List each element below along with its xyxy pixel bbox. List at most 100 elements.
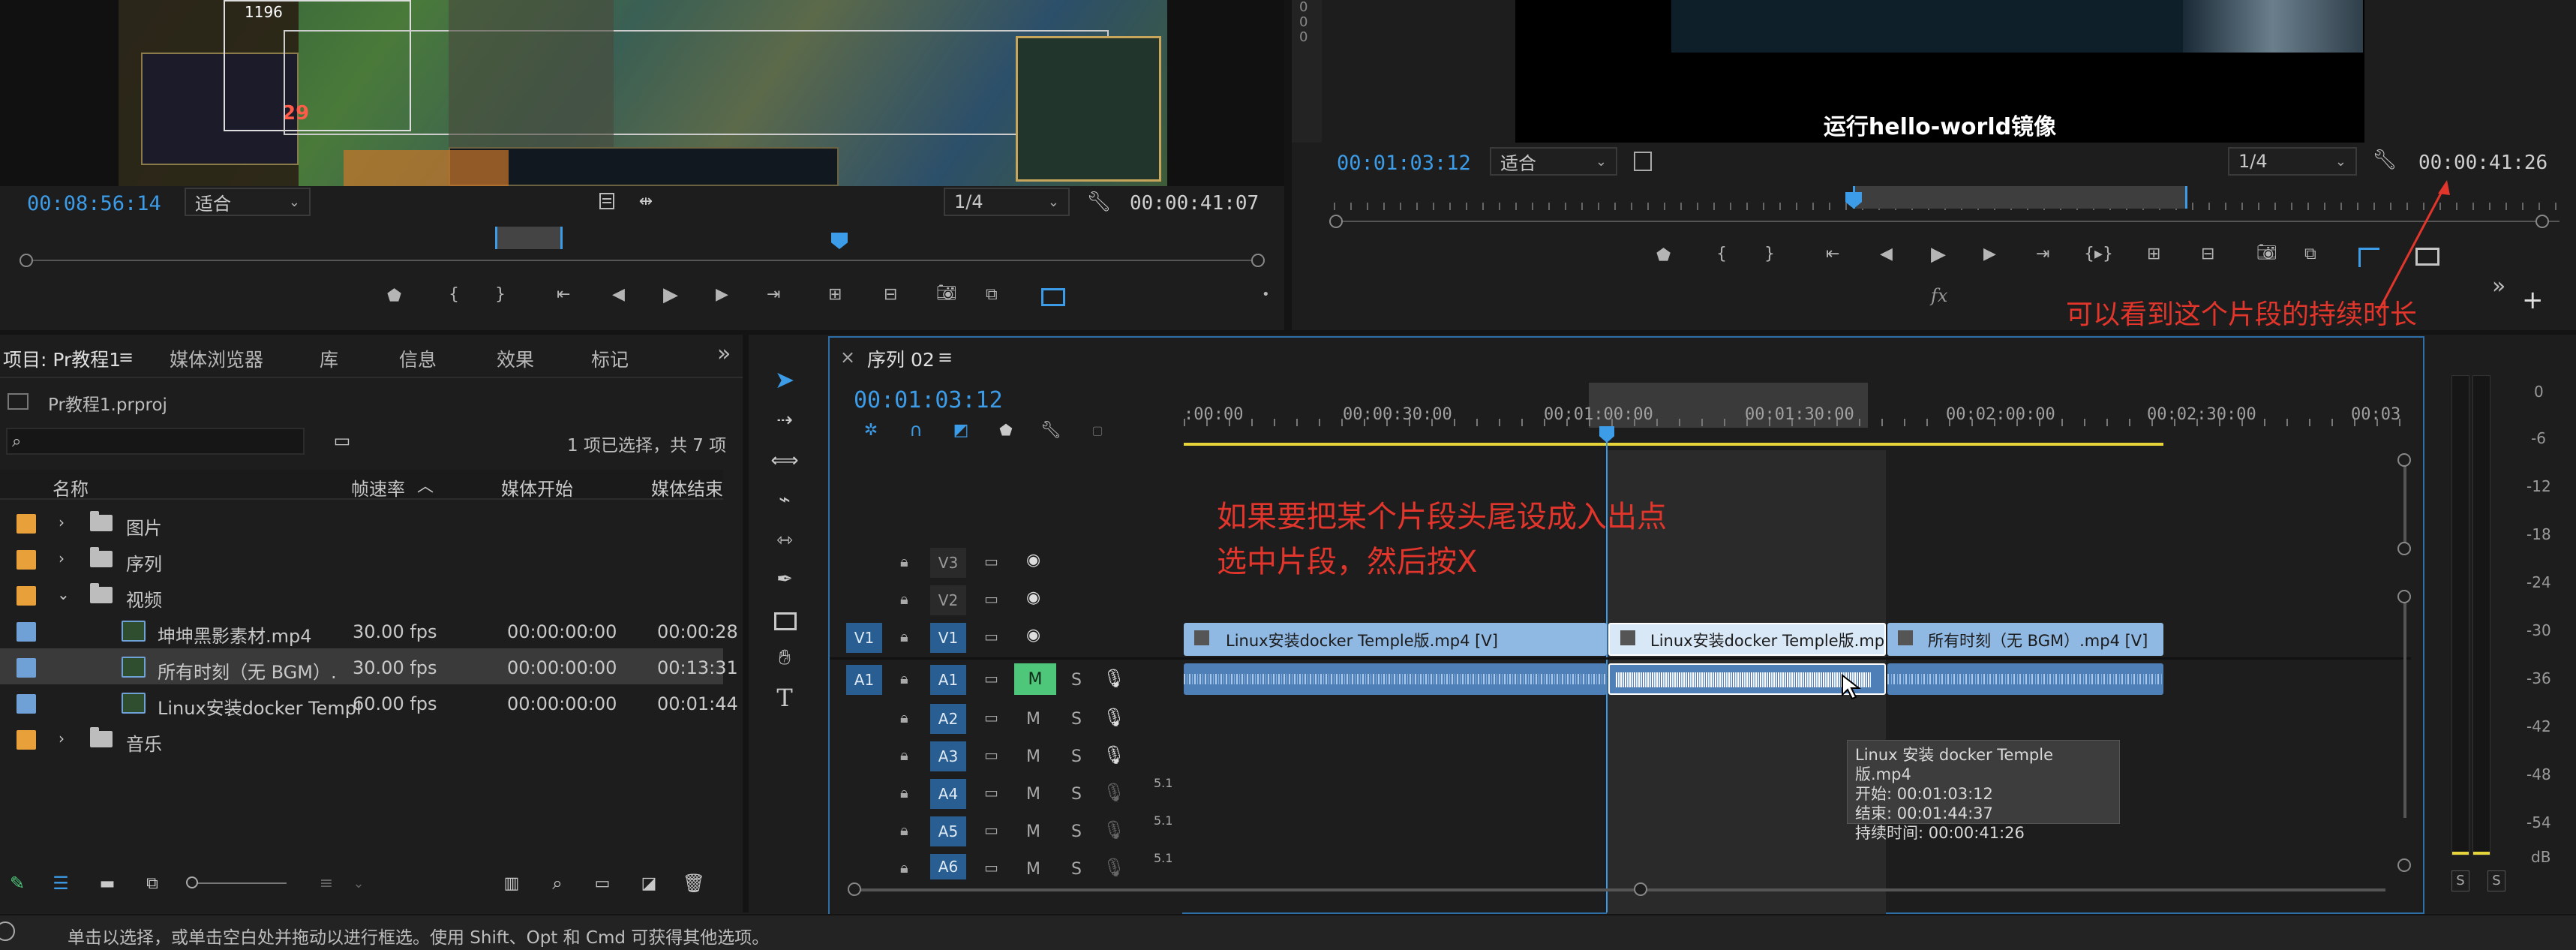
fx-icon[interactable]: fx xyxy=(1931,285,1947,306)
mute-button[interactable]: M xyxy=(1026,710,1040,729)
microphone-icon[interactable]: 🎙︎ xyxy=(1103,819,1125,840)
lock-icon[interactable]: 🔒︎ xyxy=(900,746,908,764)
go-to-out-icon[interactable]: ⇥ xyxy=(2036,245,2049,263)
track-a4[interactable]: A4 xyxy=(930,779,966,809)
slip-tool-icon[interactable]: ⇿ xyxy=(770,525,800,555)
pencil-icon[interactable]: ✎ xyxy=(6,872,29,894)
sync-lock-icon[interactable]: ▭ xyxy=(984,708,998,726)
list-item-selected[interactable]: 所有时刻（无 BGM）. 30.00 fps 00:00:00:00 00:13… xyxy=(0,648,738,684)
settings-panel-icon[interactable] xyxy=(597,191,617,212)
track-v1[interactable]: V1 xyxy=(930,623,966,653)
fit-lock-icon[interactable] xyxy=(1634,152,1652,171)
snap-icon[interactable]: ∩ xyxy=(905,419,927,441)
audio-clip[interactable] xyxy=(1184,663,1607,695)
new-bin-icon[interactable]: ▭ xyxy=(591,872,614,894)
wrench-icon[interactable]: 🔧︎ xyxy=(1087,191,1112,213)
marker-icon[interactable]: ⬟ xyxy=(387,287,401,305)
camera-icon[interactable]: 📷︎ xyxy=(936,284,957,302)
step-forward-icon[interactable]: ▶︎ xyxy=(716,285,728,304)
trash-icon[interactable]: 🗑︎ xyxy=(683,872,705,894)
mute-button[interactable]: M xyxy=(1026,785,1040,804)
audio-clip[interactable] xyxy=(1887,663,2163,695)
track-a2[interactable]: A2 xyxy=(930,704,966,734)
sync-lock-icon[interactable]: ▭ xyxy=(984,783,998,801)
lock-icon[interactable]: 🔒︎ xyxy=(900,627,908,645)
solo-button[interactable]: S xyxy=(1071,822,1082,841)
lock-icon[interactable]: 🔒︎ xyxy=(900,783,908,801)
solo-button[interactable]: S xyxy=(1071,671,1082,690)
track-v3[interactable]: V3 xyxy=(930,548,966,578)
eye-icon[interactable]: ◉ xyxy=(1026,588,1040,607)
find-icon[interactable]: ⌕ xyxy=(546,872,569,894)
video-clip-selected[interactable]: Linux安装docker Temple版.mp4 [V] xyxy=(1608,623,1886,656)
tab-info[interactable]: 信息 xyxy=(399,345,437,372)
microphone-icon[interactable]: 🎙︎ xyxy=(1103,668,1125,689)
eye-icon[interactable]: ◉ xyxy=(1026,626,1040,645)
compare-icon[interactable]: ⧉ xyxy=(986,285,998,304)
tab-markers[interactable]: 标记 xyxy=(591,345,629,372)
playhead-head[interactable] xyxy=(1599,426,1614,443)
lock-icon[interactable]: 🔒︎ xyxy=(900,858,908,876)
solo-button[interactable]: S xyxy=(1071,747,1082,766)
column-media-start[interactable]: 媒体开始 xyxy=(501,474,573,501)
step-back-icon[interactable]: ◀︎ xyxy=(612,285,625,304)
solo-right-button[interactable]: S xyxy=(2487,870,2505,891)
wrench-icon[interactable]: 🔧︎ xyxy=(1040,419,1062,441)
lock-icon[interactable]: 🔒︎ xyxy=(900,590,908,608)
mute-button[interactable]: M xyxy=(1014,663,1056,695)
go-to-in-icon[interactable]: ⇤ xyxy=(1826,245,1839,263)
zoom-slider[interactable] xyxy=(189,882,287,884)
overflow-icon[interactable]: » xyxy=(2492,273,2505,299)
wrench-icon[interactable]: 🔧︎ xyxy=(2373,149,2397,171)
pen-tool-icon[interactable]: ✒︎ xyxy=(770,564,800,594)
hand-tool-icon[interactable]: ✋︎ xyxy=(770,642,800,672)
mark-out-icon[interactable]: } xyxy=(1764,245,1775,263)
mute-button[interactable]: M xyxy=(1026,860,1040,879)
lift-icon[interactable]: ⊞ xyxy=(2147,245,2160,263)
more-icon[interactable]: • xyxy=(1262,287,1270,302)
captions-icon[interactable]: ▢ xyxy=(1085,419,1110,441)
column-fps[interactable]: 帧速率 xyxy=(351,474,405,501)
horizontal-scrollbar[interactable] xyxy=(855,888,2385,891)
go-to-in-icon[interactable]: ⇤ xyxy=(557,285,570,304)
source-patch-a1[interactable]: A1 xyxy=(846,665,882,695)
extract-icon[interactable]: ⊟ xyxy=(2201,245,2214,263)
column-name[interactable]: 名称 xyxy=(53,474,89,501)
sync-lock-icon[interactable]: ▭ xyxy=(984,627,998,645)
list-view-icon[interactable]: ☰ xyxy=(50,872,72,894)
list-item[interactable]: › 音乐 xyxy=(0,720,723,756)
razor-tool-icon[interactable]: ⌁ xyxy=(770,485,800,515)
source-scrub-track[interactable] xyxy=(27,260,1257,261)
work-area-bar[interactable] xyxy=(1184,443,2163,446)
new-bin-from-search-icon[interactable]: ▭ xyxy=(330,429,354,452)
vertical-scrollbar-top[interactable] xyxy=(2403,459,2406,546)
zoom-slider-handle[interactable] xyxy=(186,876,198,888)
selection-tool-icon[interactable]: ➤ xyxy=(770,365,800,395)
solo-button[interactable]: S xyxy=(1071,710,1082,729)
play-in-to-out-icon[interactable]: {▸} xyxy=(2084,245,2113,263)
tabs-overflow-icon[interactable]: » xyxy=(717,341,731,367)
icon-view-icon[interactable]: ▬ xyxy=(96,872,119,894)
panel-menu-icon[interactable]: ≡ xyxy=(938,347,953,368)
compare-icon[interactable]: ⧉ xyxy=(2304,245,2316,263)
column-media-end[interactable]: 媒体结束 xyxy=(651,474,723,501)
play-icon[interactable]: ▶︎ xyxy=(1931,243,1946,266)
source-in-out-bar[interactable] xyxy=(495,227,563,249)
expand-icon[interactable]: › xyxy=(59,729,65,747)
tab-library[interactable]: 库 xyxy=(320,345,338,372)
go-to-out-icon[interactable]: ⇥ xyxy=(767,285,780,304)
track-a3[interactable]: A3 xyxy=(930,741,966,771)
source-playhead[interactable] xyxy=(831,233,848,249)
automate-to-sequence-icon[interactable]: ▥ xyxy=(500,872,524,894)
program-in-out-bar[interactable] xyxy=(1853,186,2187,209)
lock-icon[interactable]: 🔒︎ xyxy=(900,552,908,570)
lock-icon[interactable]: 🔒︎ xyxy=(900,669,908,687)
list-item[interactable]: 坤坤黑影素材.mp4 30.00 fps 00:00:00:00 00:00:2… xyxy=(0,612,738,648)
sync-lock-icon[interactable]: ▭ xyxy=(984,746,998,764)
solo-left-button[interactable]: S xyxy=(2451,870,2469,891)
lock-icon[interactable]: 🔒︎ xyxy=(900,708,908,726)
vertical-scrollbar-bottom[interactable] xyxy=(2403,593,2406,818)
list-item[interactable]: › 图片 xyxy=(0,504,723,540)
sort-icon[interactable]: ≡ xyxy=(315,872,338,894)
mark-in-icon[interactable]: { xyxy=(449,285,459,304)
